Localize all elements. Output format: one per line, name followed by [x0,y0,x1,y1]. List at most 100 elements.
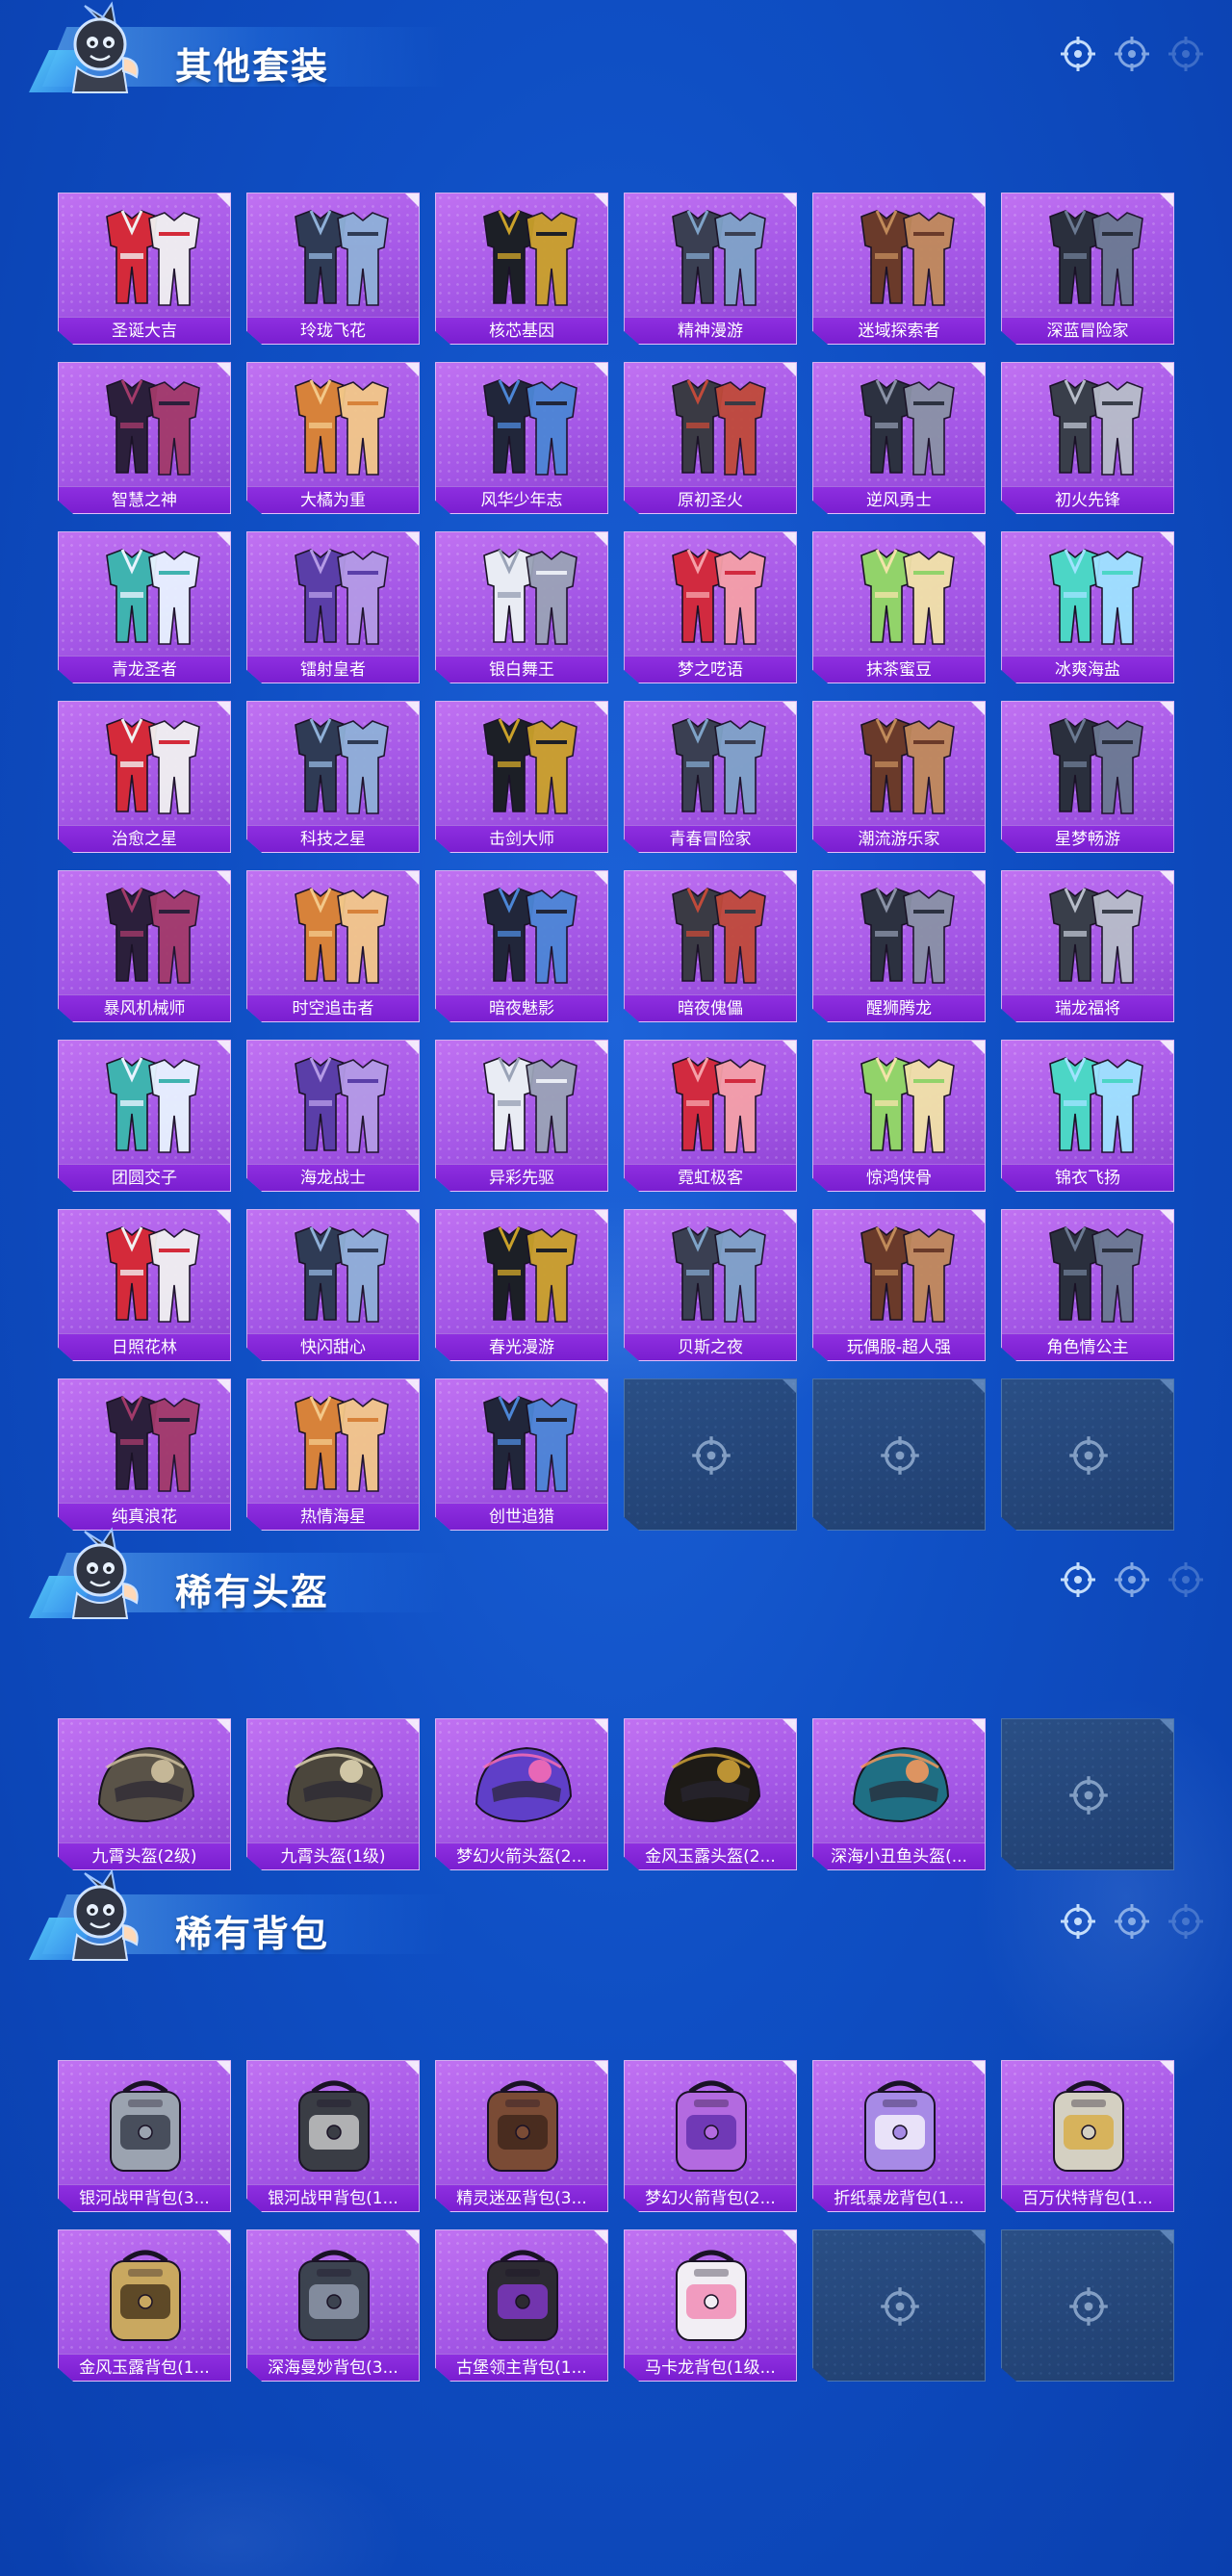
helmet-icon [833,1729,967,1842]
item-label: 团圆交子 [59,1164,230,1191]
outfit-card[interactable]: 潮流游乐家 [812,701,986,853]
outfit-card[interactable]: 精神漫游 [624,193,797,345]
outfit-card[interactable]: 青龙圣者 [58,531,231,683]
outfit-card[interactable]: 科技之星 [246,701,420,853]
outfit-icon [1021,881,1156,994]
outfit-icon [833,1050,967,1164]
helmet-card[interactable]: 九霄头盔(1级) [246,1718,420,1870]
item-label: 深蓝冒险家 [1002,317,1173,344]
corner-mark [971,2061,985,2074]
item-label: 梦幻火箭头盔(2... [436,1842,607,1869]
backpack-card[interactable]: 古堡领主背包(1... [435,2229,608,2382]
outfit-card[interactable]: 冰爽海盐 [1001,531,1174,683]
backpack-card[interactable]: 银河战甲背包(1... [246,2060,420,2212]
corner-mark [594,193,607,207]
backpack-card[interactable]: 梦幻火箭背包(2... [624,2060,797,2212]
outfit-card[interactable]: 银白舞王 [435,531,608,683]
outfit-card[interactable]: 暗夜傀儡 [624,870,797,1022]
outfit-card[interactable]: 迷域探索者 [812,193,986,345]
outfit-card[interactable]: 青春冒险家 [624,701,797,853]
section-title: 稀有背包 [175,1913,330,1955]
outfit-card[interactable]: 团圆交子 [58,1040,231,1192]
helmet-card[interactable]: 九霄头盔(2级) [58,1718,231,1870]
corner-mark [217,2061,230,2074]
outfit-card[interactable]: 智慧之神 [58,362,231,514]
backpack-card[interactable]: 折纸暴龙背包(1... [812,2060,986,2212]
outfit-card[interactable]: 纯真浪花 [58,1378,231,1531]
corner-mark [594,1719,607,1733]
outfit-card[interactable]: 日照花林 [58,1209,231,1361]
outfit-card[interactable]: 暗夜魅影 [435,870,608,1022]
backpack-card[interactable]: 金风玉露背包(1... [58,2229,231,2382]
outfit-card[interactable]: 贝斯之夜 [624,1209,797,1361]
outfit-card[interactable]: 快闪甜心 [246,1209,420,1361]
corner-mark [405,871,419,885]
outfit-card[interactable]: 星梦畅游 [1001,701,1174,853]
crosshair-icon [690,1434,732,1477]
outfit-card[interactable]: 创世追猎 [435,1378,608,1531]
outfit-icon [455,203,590,317]
outfit-card[interactable]: 逆风勇士 [812,362,986,514]
helmet-card[interactable]: 金风玉露头盔(2... [624,1718,797,1870]
outfit-card[interactable]: 热情海星 [246,1378,420,1531]
outfit-card[interactable]: 初火先锋 [1001,362,1174,514]
corner-mark [1160,871,1173,885]
outfit-card[interactable]: 抹茶蜜豆 [812,531,986,683]
outfit-icon [267,1389,401,1503]
mascot-icon [56,1868,144,1964]
helmet-card[interactable]: 梦幻火箭头盔(2... [435,1718,608,1870]
outfit-card[interactable]: 异彩先驱 [435,1040,608,1192]
outfit-card[interactable]: 霓虹极客 [624,1040,797,1192]
outfit-card[interactable]: 锦衣飞扬 [1001,1040,1174,1192]
outfit-card[interactable]: 瑞龙福将 [1001,870,1174,1022]
item-label: 九霄头盔(2级) [59,1842,230,1869]
outfit-card[interactable]: 醒狮腾龙 [812,870,986,1022]
backpack-card[interactable]: 深海曼妙背包(3... [246,2229,420,2382]
corner-mark [783,871,796,885]
header-decor [1059,1902,1203,1945]
helmet-card[interactable]: 深海小丑鱼头盔(... [812,1718,986,1870]
outfit-card[interactable]: 海龙战士 [246,1040,420,1192]
item-label: 银河战甲背包(3... [59,2184,230,2211]
outfit-card[interactable]: 玲珑飞花 [246,193,420,345]
outfit-card[interactable]: 击剑大师 [435,701,608,853]
outfit-card[interactable]: 深蓝冒险家 [1001,193,1174,345]
item-label: 迷域探索者 [813,317,985,344]
outfit-icon [78,1050,213,1164]
outfit-icon [78,542,213,656]
item-label: 初火先锋 [1002,486,1173,513]
outfit-card[interactable]: 核芯基因 [435,193,608,345]
backpack-card[interactable]: 马卡龙背包(1级... [624,2229,797,2382]
outfit-card[interactable]: 治愈之星 [58,701,231,853]
item-label: 瑞龙福将 [1002,994,1173,1021]
outfit-card[interactable]: 角色情公主 [1001,1209,1174,1361]
outfit-card[interactable]: 镭射皇者 [246,531,420,683]
outfit-card[interactable]: 大橘为重 [246,362,420,514]
outfit-card[interactable]: 春光漫游 [435,1209,608,1361]
corner-mark [1160,193,1173,207]
helmet-icon [78,1729,213,1842]
mascot-icon [56,1526,144,1622]
corner-mark [1160,2061,1173,2074]
backpack-card[interactable]: 百万伏特背包(1... [1001,2060,1174,2212]
outfit-card[interactable]: 风华少年志 [435,362,608,514]
outfit-card[interactable]: 玩偶服-超人强 [812,1209,986,1361]
mascot-icon [56,0,144,96]
outfit-card[interactable]: 惊鸿侠骨 [812,1040,986,1192]
outfit-card[interactable]: 圣诞大吉 [58,193,231,345]
corner-mark [594,2230,607,2244]
backpack-card[interactable]: 精灵迷巫背包(3... [435,2060,608,2212]
backpack-card[interactable]: 银河战甲背包(3... [58,2060,231,2212]
outfit-icon [267,711,401,825]
corner-mark [217,871,230,885]
outfit-card[interactable]: 梦之呓语 [624,531,797,683]
corner-mark [594,1041,607,1054]
corner-mark [405,193,419,207]
outfit-card[interactable]: 暴风机械师 [58,870,231,1022]
outfit-icon [78,373,213,486]
corner-mark [217,2230,230,2244]
outfit-card[interactable]: 时空追击者 [246,870,420,1022]
crosshair-icon [1113,35,1151,73]
item-label: 梦之呓语 [625,656,796,683]
outfit-card[interactable]: 原初圣火 [624,362,797,514]
